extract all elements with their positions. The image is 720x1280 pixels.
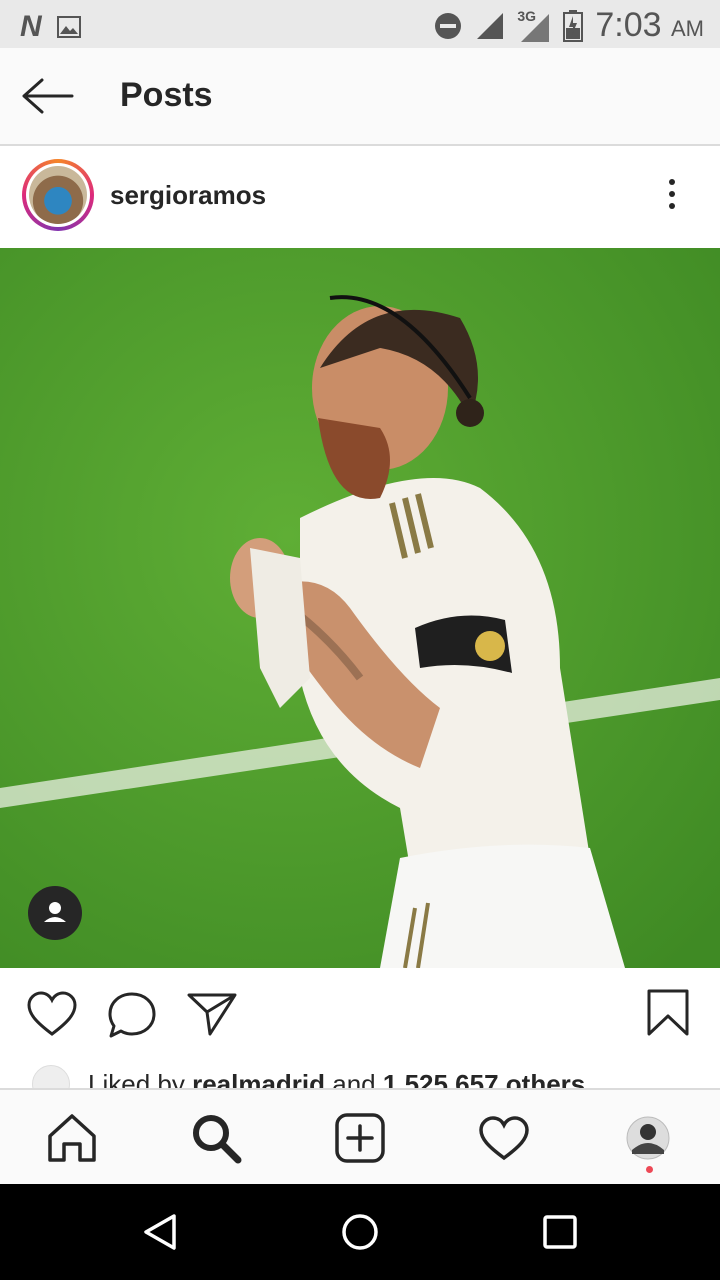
battery-icon	[563, 9, 584, 42]
like-heart-icon[interactable]	[26, 990, 78, 1038]
status-bar: N 3G 7:03 AM	[0, 0, 720, 48]
notification-dot	[646, 1166, 653, 1173]
more-options-icon[interactable]	[660, 176, 684, 216]
signal-icon	[477, 12, 504, 39]
tag-people-button[interactable]	[28, 886, 82, 940]
avatar	[26, 163, 90, 227]
post-photo-illustration	[0, 248, 720, 968]
save-bookmark-icon[interactable]	[646, 988, 690, 1038]
clock-ampm: AM	[671, 16, 704, 41]
story-ring[interactable]	[22, 159, 94, 231]
comment-icon[interactable]	[106, 990, 158, 1040]
search-icon[interactable]	[188, 1110, 244, 1166]
likes-count[interactable]: 1,525,657 others	[383, 1069, 585, 1089]
profile-photo	[626, 1116, 670, 1160]
home-icon[interactable]	[44, 1110, 100, 1166]
activity-icon[interactable]	[476, 1110, 532, 1166]
liker-username[interactable]: realmadrid	[192, 1069, 325, 1089]
liker-avatar	[32, 1065, 70, 1088]
system-nav-bar	[0, 1184, 720, 1280]
recents-icon[interactable]	[542, 1214, 578, 1250]
post-header: sergioramos	[0, 146, 720, 248]
person-icon	[44, 902, 66, 922]
profile-avatar[interactable]	[620, 1110, 676, 1166]
back-icon[interactable]	[140, 1212, 180, 1252]
share-send-icon[interactable]	[186, 990, 238, 1038]
home-icon[interactable]	[340, 1212, 380, 1252]
likes-summary[interactable]: Liked by realmadrid and 1,525,657 others	[32, 1064, 692, 1088]
bottom-nav	[0, 1088, 720, 1186]
gallery-icon	[56, 16, 81, 38]
app-bar: Posts	[0, 48, 720, 146]
post-actions: Liked by realmadrid and 1,525,657 others	[0, 968, 720, 1088]
clock-time: 7:03	[595, 6, 662, 44]
back-arrow-icon[interactable]	[20, 76, 74, 116]
likes-text: Liked by realmadrid and 1,525,657 others	[88, 1069, 585, 1089]
do-not-disturb-icon	[435, 12, 462, 39]
page-title: Posts	[120, 76, 213, 114]
mobile-signal-3g: 3G	[517, 8, 551, 42]
post-username[interactable]: sergioramos	[110, 180, 266, 211]
clock: 7:03 AM	[595, 6, 704, 45]
n-app-icon: N	[20, 10, 42, 43]
new-post-icon[interactable]	[332, 1110, 388, 1166]
post-photo[interactable]	[0, 248, 720, 968]
